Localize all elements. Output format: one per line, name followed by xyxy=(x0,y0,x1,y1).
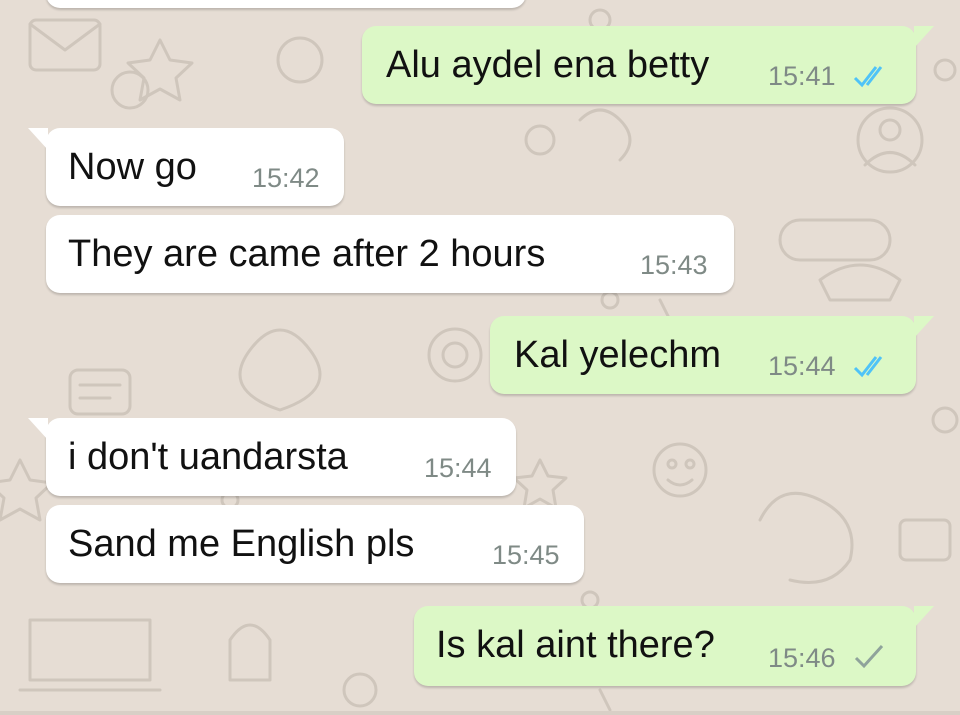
bubble-tail xyxy=(914,316,934,338)
message-text: Is kal aint there? xyxy=(436,624,715,666)
message-text: Kal yelechm xyxy=(514,334,721,376)
bubble-tail xyxy=(28,128,48,150)
message-bubble-incoming[interactable]: i don't uandarsta 15:44 xyxy=(28,418,516,496)
bubble-tail xyxy=(914,606,934,628)
message-timestamp: 15:43 xyxy=(640,250,708,280)
message-text: i don't uandarsta xyxy=(68,436,348,478)
bubble-tail xyxy=(28,418,48,440)
message-timestamp: 15:44 xyxy=(768,351,836,381)
message-bubble-outgoing[interactable]: Kal yelechm 15:44 xyxy=(490,316,934,394)
chat-message-list[interactable]: Alu aydel ena betty 15:41 Now go 15:42 T… xyxy=(0,0,960,715)
double-check-icon xyxy=(853,356,883,378)
message-bubble-incoming[interactable]: Now go 15:42 xyxy=(28,128,344,206)
bottom-edge xyxy=(0,711,960,715)
message-timestamp: 15:41 xyxy=(768,61,836,91)
message-timestamp: 15:42 xyxy=(252,163,320,193)
bubble-tail xyxy=(914,26,934,48)
message-timestamp: 15:45 xyxy=(492,540,560,570)
message-bubble-incoming[interactable]: Sand me English pls 15:45 xyxy=(46,505,584,583)
message-timestamp: 15:46 xyxy=(768,643,836,673)
message-timestamp: 15:44 xyxy=(424,453,492,483)
message-bubble-incoming[interactable]: They are came after 2 hours 15:43 xyxy=(46,215,734,293)
single-check-icon xyxy=(854,644,884,669)
message-text: Now go xyxy=(68,146,197,188)
message-text: Alu aydel ena betty xyxy=(386,44,710,86)
message-bubble-outgoing[interactable]: Is kal aint there? 15:46 xyxy=(414,606,934,686)
double-check-icon xyxy=(853,66,883,88)
previous-message-bubble-partial xyxy=(46,0,526,8)
message-text: They are came after 2 hours xyxy=(68,233,546,275)
message-bubble-outgoing[interactable]: Alu aydel ena betty 15:41 xyxy=(362,26,934,104)
message-text: Sand me English pls xyxy=(68,523,415,565)
